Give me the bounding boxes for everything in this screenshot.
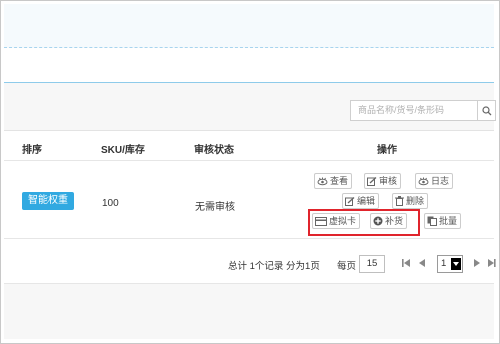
review-status-value: 无需审核 <box>195 202 235 213</box>
edit-icon <box>345 197 355 206</box>
last-page-icon[interactable] <box>488 258 496 268</box>
column-header-review-status: 审核状态 <box>194 145 234 156</box>
search-button[interactable] <box>478 100 496 121</box>
batch-button[interactable]: 批量 <box>424 213 462 229</box>
search-icon <box>482 106 492 116</box>
header-area <box>4 4 494 48</box>
chevron-down-icon <box>451 258 461 270</box>
delete-button[interactable]: 删除 <box>392 193 429 209</box>
column-header-actions: 操作 <box>377 145 397 156</box>
review-label: 审核 <box>379 176 398 186</box>
edit-icon <box>367 177 377 186</box>
copy-icon <box>427 216 437 226</box>
footer-area <box>4 284 494 339</box>
log-button[interactable]: 日志 <box>415 173 454 189</box>
delete-label: 删除 <box>406 196 425 206</box>
next-page-icon[interactable] <box>473 258 481 268</box>
review-button[interactable]: 审核 <box>364 173 402 189</box>
per-page-label: 每页 <box>337 261 357 272</box>
search-input[interactable]: 商品名称/货号/条形码 <box>350 100 478 121</box>
trash-icon <box>395 196 404 206</box>
batch-label: 批量 <box>439 216 458 226</box>
first-page-icon[interactable] <box>401 258 411 268</box>
pager-summary: 总计 1个记录 分为1页 <box>228 261 320 272</box>
column-header-sort: 排序 <box>22 145 42 156</box>
eye-icon <box>317 177 328 186</box>
edit-label: 编辑 <box>357 196 376 206</box>
view-label: 查看 <box>330 176 349 186</box>
column-header-sku: SKU/库存 <box>101 145 145 156</box>
highlight-box <box>308 209 420 236</box>
edit-button[interactable]: 编辑 <box>342 193 380 209</box>
eye-icon <box>418 177 429 186</box>
sku-stock-value: 100 <box>102 198 119 209</box>
current-page-value: 1 <box>441 258 447 269</box>
table-header <box>4 131 494 161</box>
sort-tag[interactable]: 智能权重 <box>22 192 74 210</box>
view-button[interactable]: 查看 <box>314 173 353 189</box>
log-label: 日志 <box>431 176 450 186</box>
page-select[interactable]: 1 <box>437 255 463 273</box>
per-page-input[interactable]: 15 <box>359 255 385 273</box>
prev-page-icon[interactable] <box>418 258 426 268</box>
